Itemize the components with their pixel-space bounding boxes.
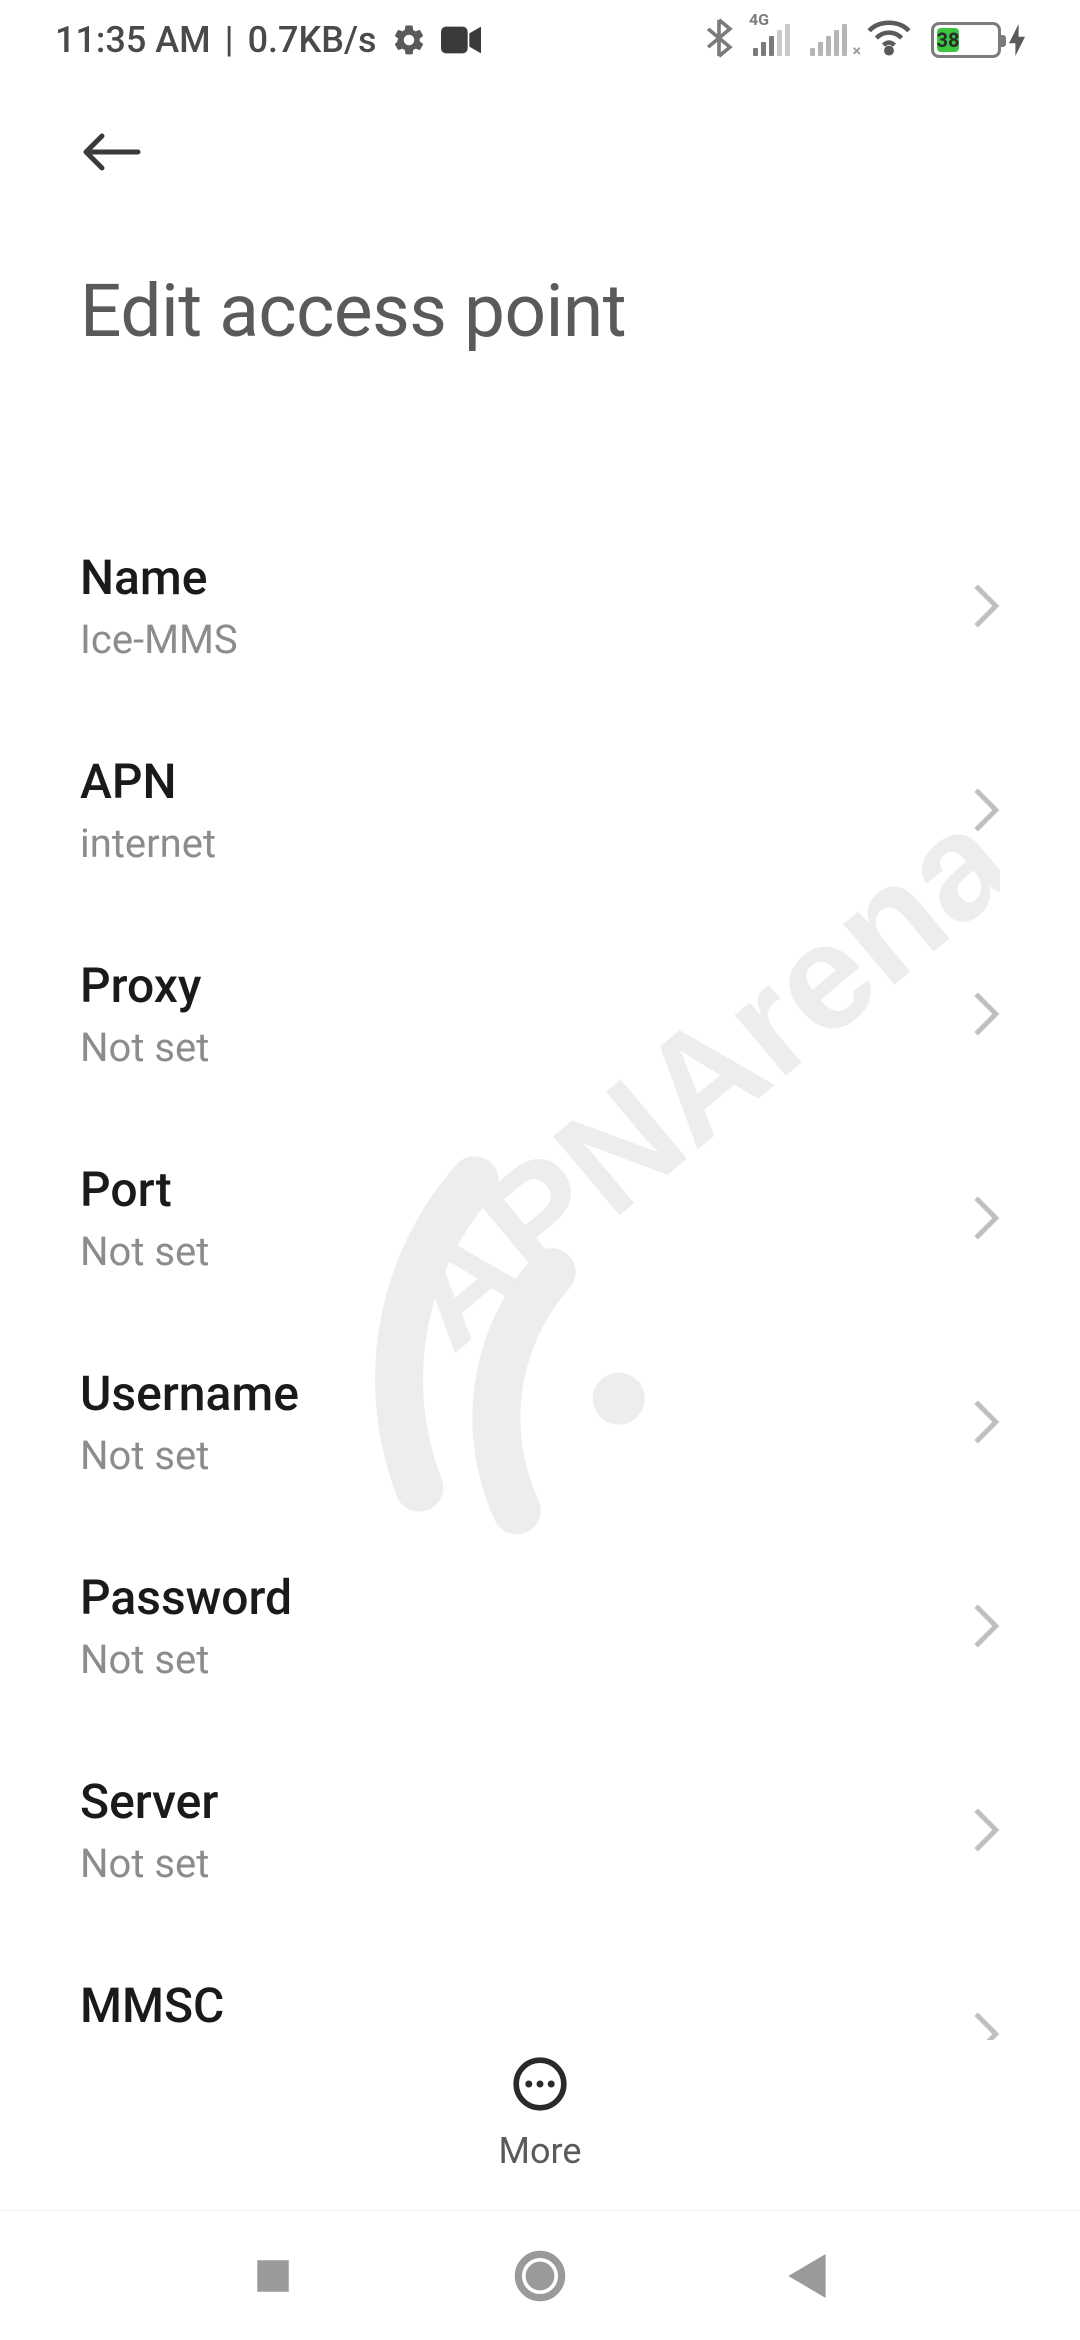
nav-home-button[interactable] [510,2246,570,2306]
settings-list: Name Ice-MMS APN internet Proxy Not set … [0,504,1080,2040]
setting-password[interactable]: Password Not set [80,1524,1000,1728]
status-speed: 0.7KB/s [248,19,377,61]
more-button[interactable] [512,2056,568,2116]
battery-icon: 38 [931,22,1025,58]
chevron-right-icon [972,2011,1000,2040]
setting-name[interactable]: Name Ice-MMS [80,504,1000,708]
setting-value: Not set [80,1024,209,1071]
chevron-right-icon [972,991,1000,1037]
navigation-bar [0,2210,1080,2340]
more-label: More [499,2130,582,2172]
setting-server[interactable]: Server Not set [80,1728,1000,1932]
bluetooth-icon [705,18,733,62]
setting-value: Not set [80,1228,209,1275]
setting-username[interactable]: Username Not set [80,1320,1000,1524]
setting-mmsc[interactable]: MMSC http://10.16.18.4:38090/was [80,1932,1000,2040]
setting-label: Name [80,549,238,606]
circle-icon [513,2249,567,2303]
chevron-right-icon [972,1399,1000,1445]
setting-label: Username [80,1365,299,1422]
chevron-right-icon [972,787,1000,833]
square-icon [252,2255,294,2297]
camera-icon [441,26,481,54]
nav-recent-button[interactable] [243,2246,303,2306]
back-button[interactable] [80,120,144,184]
status-left: 11:35 AM | 0.7KB/s [55,19,481,61]
chevron-right-icon [972,1807,1000,1853]
setting-proxy[interactable]: Proxy Not set [80,912,1000,1116]
setting-port[interactable]: Port Not set [80,1116,1000,1320]
status-divider: | [225,19,234,61]
setting-value: internet [80,820,216,867]
setting-apn[interactable]: APN internet [80,708,1000,912]
chevron-right-icon [972,583,1000,629]
page-title: Edit access point [80,268,1000,354]
setting-label: Port [80,1161,209,1218]
setting-label: Proxy [80,957,209,1014]
more-icon [512,2056,568,2112]
signal-4g-icon: 4G [753,24,790,56]
setting-label: Server [80,1773,218,1830]
setting-value: Not set [80,1432,299,1479]
setting-value: Not set [80,1636,292,1683]
setting-label: Password [80,1569,292,1626]
nav-back-button[interactable] [777,2246,837,2306]
bottom-action-bar: More [0,2034,1080,2172]
charging-icon [1009,24,1025,56]
setting-label: MMSC [80,1977,589,2034]
chevron-right-icon [972,1195,1000,1241]
status-right: 4G × 38 [705,18,1025,62]
status-bar: 11:35 AM | 0.7KB/s 4G × 38 [0,0,1080,80]
triangle-left-icon [787,2254,827,2298]
status-time: 11:35 AM [55,19,211,61]
setting-value: Ice-MMS [80,616,238,663]
gear-icon [391,22,427,58]
signal-nosim-icon: × [810,24,847,56]
setting-value: Not set [80,1840,218,1887]
arrow-left-icon [80,130,142,174]
setting-label: APN [80,753,216,810]
chevron-right-icon [972,1603,1000,1649]
header-area: Edit access point [0,80,1080,354]
wifi-icon [867,20,911,60]
